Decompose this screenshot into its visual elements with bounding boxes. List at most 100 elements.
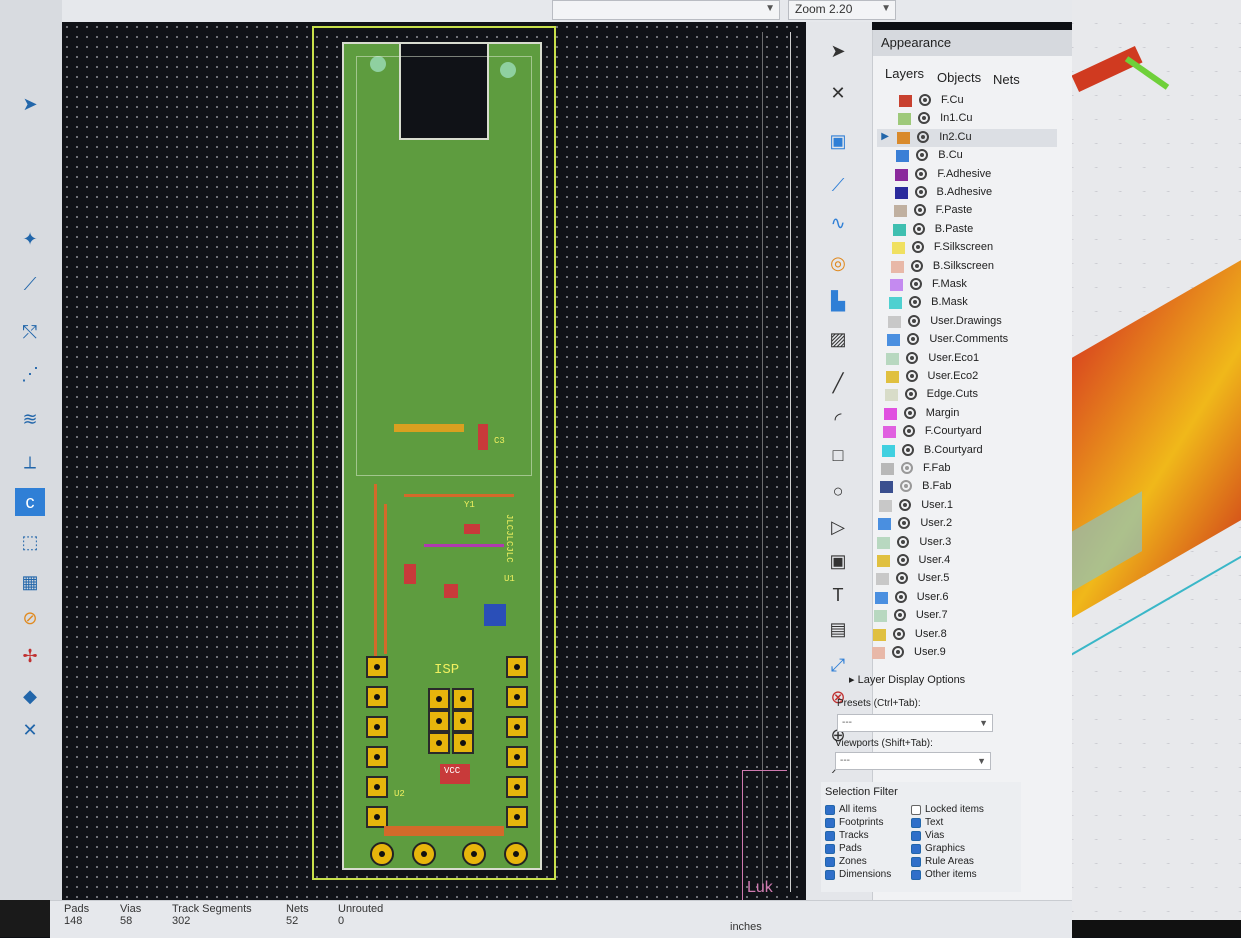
cursor-icon[interactable]: ➤ bbox=[10, 90, 50, 118]
eye-icon[interactable] bbox=[919, 94, 931, 106]
layer-row[interactable]: B.Adhesive bbox=[875, 184, 1055, 202]
layer-row[interactable]: B.Mask bbox=[869, 294, 1049, 312]
layer-row[interactable]: User.Eco2 bbox=[866, 368, 1046, 386]
layer-color-swatch[interactable] bbox=[896, 150, 910, 163]
layer-color-swatch[interactable] bbox=[889, 297, 903, 310]
layer-color-swatch[interactable] bbox=[888, 315, 902, 328]
eye-icon[interactable] bbox=[908, 314, 921, 327]
layer-row[interactable]: User.Comments bbox=[867, 331, 1047, 349]
layer-row[interactable]: User.9 bbox=[852, 644, 1032, 662]
layer-color-swatch[interactable] bbox=[885, 371, 899, 383]
layer-color-swatch[interactable] bbox=[898, 113, 912, 126]
layer-color-swatch[interactable] bbox=[890, 279, 903, 291]
layer-color-swatch[interactable] bbox=[894, 187, 908, 199]
layer-color-swatch[interactable] bbox=[892, 223, 906, 236]
3d-viewer[interactable] bbox=[1072, 0, 1241, 920]
layer-color-swatch[interactable] bbox=[883, 407, 897, 420]
eye-icon[interactable] bbox=[916, 149, 929, 162]
eye-icon[interactable] bbox=[901, 443, 914, 456]
eye-icon[interactable] bbox=[905, 370, 918, 382]
layer-icon[interactable]: ◆ bbox=[10, 682, 50, 710]
layer-color-swatch[interactable] bbox=[872, 647, 885, 659]
layer-color-swatch[interactable] bbox=[881, 444, 895, 457]
layer-row[interactable]: User.2 bbox=[858, 515, 1038, 533]
add-via-icon[interactable]: ◎ bbox=[820, 250, 856, 276]
rectangle-icon[interactable]: □ bbox=[820, 442, 856, 468]
layer-row[interactable]: User.4 bbox=[857, 552, 1037, 570]
tab-objects[interactable]: Objects bbox=[937, 70, 981, 85]
checkbox[interactable] bbox=[825, 844, 835, 854]
eye-icon[interactable] bbox=[912, 222, 925, 235]
layer-color-swatch[interactable] bbox=[878, 518, 892, 531]
checkbox[interactable] bbox=[825, 857, 835, 867]
tab-nets[interactable]: Nets bbox=[993, 72, 1020, 87]
layer-color-swatch[interactable] bbox=[880, 481, 894, 494]
layer-color-swatch[interactable] bbox=[872, 628, 886, 641]
add-footprint-icon[interactable]: ▣ bbox=[820, 128, 856, 154]
layer-color-swatch[interactable] bbox=[881, 463, 894, 475]
layer-color-swatch[interactable] bbox=[899, 95, 912, 107]
eye-icon[interactable] bbox=[894, 590, 907, 603]
image-icon[interactable]: ▣ bbox=[820, 548, 856, 574]
layer-color-swatch[interactable] bbox=[887, 334, 901, 347]
viewports-select[interactable]: --- ▼ bbox=[835, 752, 991, 770]
checkbox[interactable] bbox=[825, 831, 835, 841]
local-ratsnest-icon[interactable]: ✕ bbox=[820, 80, 856, 106]
layer-row[interactable]: User.3 bbox=[857, 534, 1037, 552]
layer-color-swatch[interactable] bbox=[893, 205, 907, 218]
route-icon[interactable]: ⤲ bbox=[10, 318, 50, 346]
tune-length-icon[interactable]: ∿ bbox=[820, 210, 856, 236]
checkbox[interactable] bbox=[825, 870, 835, 880]
checkbox[interactable] bbox=[825, 805, 835, 815]
footprint-icon[interactable]: c bbox=[15, 488, 45, 516]
circle-icon[interactable]: ○ bbox=[820, 478, 856, 504]
eye-icon[interactable] bbox=[904, 388, 917, 401]
layer-row[interactable]: User.7 bbox=[854, 607, 1034, 625]
layer-row[interactable]: In1.Cu bbox=[878, 110, 1058, 128]
eye-icon[interactable] bbox=[910, 259, 923, 272]
checkbox[interactable] bbox=[911, 818, 921, 828]
layer-row[interactable]: B.Fab bbox=[860, 478, 1040, 496]
pcb-board[interactable]: ISP U2 VCC Y1 U1 C3 JLCJLCJLC bbox=[342, 42, 542, 870]
layer-row[interactable]: User.6 bbox=[855, 589, 1035, 607]
ratsnest-icon[interactable]: ⋰ bbox=[10, 360, 50, 388]
layer-color-swatch[interactable] bbox=[891, 242, 905, 255]
eye-icon[interactable] bbox=[902, 425, 915, 438]
graphic-icon[interactable]: ▦ bbox=[10, 568, 50, 596]
layer-row[interactable]: Edge.Cuts bbox=[865, 386, 1045, 404]
eye-icon[interactable] bbox=[903, 406, 916, 419]
eye-icon[interactable] bbox=[915, 167, 928, 180]
layer-row[interactable]: User.8 bbox=[853, 626, 1033, 644]
eye-icon[interactable] bbox=[893, 609, 906, 622]
grid-select[interactable]: ▼ bbox=[552, 0, 780, 20]
eye-icon[interactable] bbox=[898, 517, 911, 530]
layer-row[interactable]: F.Silkscreen bbox=[872, 239, 1052, 257]
polygon-icon[interactable]: ▷ bbox=[820, 514, 856, 540]
eye-off-icon[interactable] bbox=[901, 462, 913, 474]
layer-color-swatch[interactable] bbox=[879, 499, 893, 512]
layer-row[interactable]: F.Courtyard bbox=[863, 423, 1043, 441]
tune-icon[interactable]: ⟂ bbox=[10, 448, 50, 476]
layer-color-swatch[interactable] bbox=[882, 426, 896, 439]
eye-icon[interactable] bbox=[897, 535, 910, 548]
text-icon[interactable]: T bbox=[820, 582, 856, 608]
layer-row[interactable]: B.Cu bbox=[876, 147, 1056, 165]
layer-row[interactable]: F.Adhesive bbox=[875, 166, 1055, 184]
arc-icon[interactable]: ◜ bbox=[820, 406, 856, 432]
measure-icon[interactable]: ⟋ bbox=[10, 270, 50, 298]
select-icon[interactable]: ➤ bbox=[820, 38, 856, 64]
eye-icon[interactable] bbox=[895, 572, 908, 585]
layer-color-swatch[interactable] bbox=[895, 168, 909, 181]
eye-off-icon[interactable] bbox=[900, 480, 913, 493]
eye-icon[interactable] bbox=[914, 186, 927, 198]
layer-row[interactable]: F.Mask bbox=[870, 276, 1050, 294]
layer-color-swatch[interactable] bbox=[897, 131, 911, 144]
checkbox[interactable] bbox=[911, 831, 921, 841]
layer-row[interactable]: F.Fab bbox=[861, 460, 1041, 478]
presets-select[interactable]: --- ▼ bbox=[837, 714, 993, 732]
eye-icon[interactable] bbox=[896, 554, 909, 566]
eye-icon[interactable] bbox=[917, 130, 930, 143]
rule-area-icon[interactable]: ▨ bbox=[820, 326, 856, 352]
checkbox[interactable] bbox=[911, 844, 921, 854]
eye-icon[interactable] bbox=[906, 351, 919, 364]
